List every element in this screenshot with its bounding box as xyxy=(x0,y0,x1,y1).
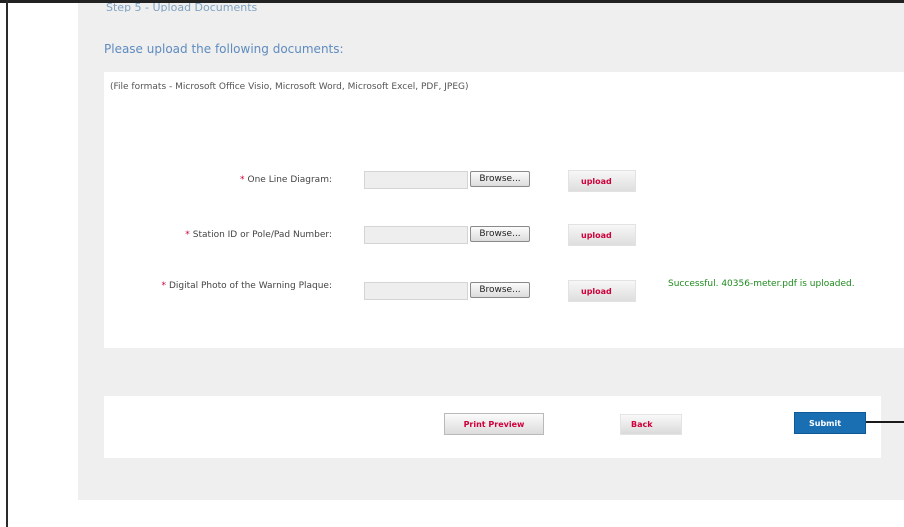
station-id-upload-button[interactable]: upload xyxy=(568,224,636,246)
file-formats-note: (File formats - Microsoft Office Visio, … xyxy=(110,82,469,92)
row-label-text: Station ID or Pole/Pad Number: xyxy=(192,230,332,240)
submit-button[interactable]: Submit xyxy=(794,412,866,434)
one-line-diagram-browse-button[interactable]: Browse... xyxy=(470,171,530,187)
warning-plaque-browse-button[interactable]: Browse... xyxy=(470,282,530,298)
row-label-text: Digital Photo of the Warning Plaque: xyxy=(168,281,332,291)
warning-plaque-file-field[interactable] xyxy=(364,282,468,300)
warning-plaque-upload-button[interactable]: upload xyxy=(568,280,636,302)
station-id-file-field[interactable] xyxy=(364,226,468,244)
print-preview-button[interactable]: Print Preview xyxy=(444,413,544,435)
required-marker: * xyxy=(185,230,190,240)
one-line-diagram-upload-button[interactable]: upload xyxy=(568,170,636,192)
required-marker: * xyxy=(240,175,245,185)
one-line-diagram-label: * One Line Diagram: xyxy=(112,175,332,185)
window-left-border xyxy=(6,0,8,527)
station-id-browse-button[interactable]: Browse... xyxy=(470,226,530,242)
step-heading: Step 5 - Upload Documents xyxy=(106,2,258,12)
back-button[interactable]: Back xyxy=(620,414,682,435)
upload-success-message: Successful. 40356-meter.pdf is uploaded. xyxy=(668,279,855,289)
annotation-pointer-line xyxy=(866,421,904,423)
required-marker: * xyxy=(161,281,166,291)
warning-plaque-photo-label: * Digital Photo of the Warning Plaque: xyxy=(112,281,332,291)
documents-box xyxy=(104,72,904,348)
one-line-diagram-file-field[interactable] xyxy=(364,171,468,189)
station-id-label: * Station ID or Pole/Pad Number: xyxy=(112,230,332,240)
row-label-text: One Line Diagram: xyxy=(247,175,332,185)
upload-section-title: Please upload the following documents: xyxy=(104,42,344,56)
